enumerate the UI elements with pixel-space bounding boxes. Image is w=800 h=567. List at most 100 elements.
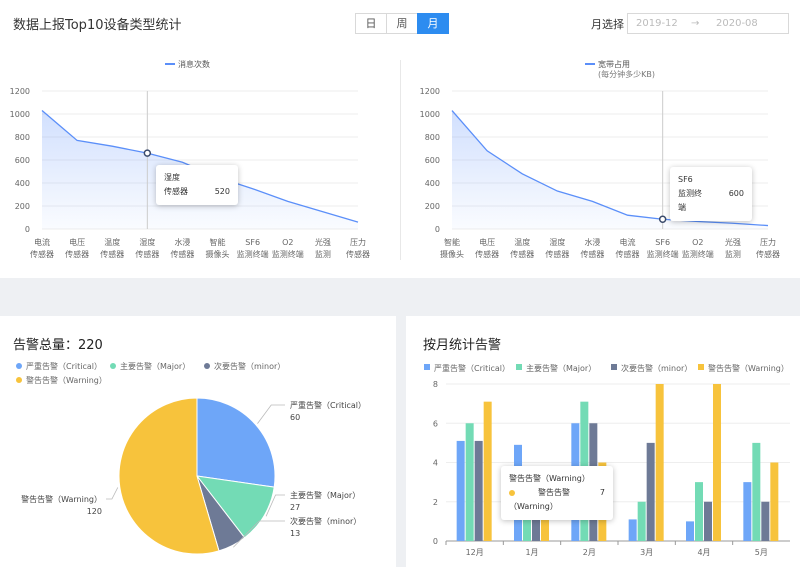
x-tick-label: 传感器: [580, 249, 604, 259]
legend-sublabel: (每分钟多少KB): [598, 69, 655, 79]
x-tick-label: 水浸: [584, 237, 600, 247]
legend-dot: [16, 377, 22, 383]
x-tick-label: 传感器: [475, 249, 499, 259]
bar: [752, 442, 761, 541]
x-tick-label: 监测: [725, 249, 741, 259]
y-tick-label: 600: [425, 156, 440, 165]
bar: [761, 501, 770, 541]
pie-label: 次要告警（minor）: [290, 516, 361, 526]
bar: [456, 440, 465, 541]
pie-leader-line: [257, 404, 285, 424]
tooltip-value: 600: [728, 189, 744, 198]
top-card: 数据上报Top10设备类型统计 日 周 月 月选择 2019-12 → 2020…: [0, 0, 800, 278]
legend-label: 严重告警（Critical）: [434, 363, 510, 373]
x-tick-label: 监测终端: [682, 249, 714, 259]
bar: [655, 384, 664, 541]
y-tick-label: 800: [425, 133, 440, 142]
pie-value: 120: [87, 507, 102, 516]
x-tick-label: 1月: [525, 548, 538, 557]
legend-swatch: [424, 364, 430, 370]
y-tick-label: 4: [433, 459, 438, 468]
y-tick-label: 2: [433, 498, 438, 507]
x-tick-label: 3月: [640, 548, 653, 557]
x-tick-label: 湿度: [549, 237, 565, 247]
y-tick-label: 200: [425, 202, 440, 211]
pie-label: 主要告警（Major）: [290, 490, 360, 500]
x-tick-label: 传感器: [545, 249, 569, 259]
pie-chart-alarms: 严重告警（Critical） 主要告警（Major） 次要告警（minor） 警告告警…: [16, 361, 366, 555]
tooltip-title: SF6: [678, 175, 693, 184]
bar: [704, 501, 712, 541]
pie-value: 13: [290, 529, 300, 538]
legend-label: 次要告警（minor）: [621, 363, 692, 373]
bar: [770, 462, 779, 541]
pie-label: 警告告警（Warning）: [21, 494, 102, 504]
x-tick-label: 5月: [755, 548, 768, 557]
bar: [646, 442, 655, 541]
x-tick-label: 传感器: [510, 249, 534, 259]
legend-dot: [16, 363, 22, 369]
tooltip-messages: 湿度 传感器 520: [156, 165, 238, 205]
y-tick-label: 8: [433, 380, 438, 389]
x-tick-label: 摄像头: [440, 249, 464, 259]
x-tick-label: SF6: [655, 238, 670, 247]
bar: [474, 440, 483, 541]
bar: [541, 517, 549, 541]
x-tick-label: 温度: [514, 237, 530, 247]
tooltip-label: 监测终端: [678, 189, 702, 212]
legend-label: 宽带占用: [598, 59, 630, 69]
hover-point: [658, 215, 667, 223]
legend-label: 严重告警（Critical）: [26, 361, 102, 371]
x-tick-label: 智能: [444, 237, 460, 247]
x-tick-label: 传感器: [616, 249, 640, 259]
x-tick-label: 2月: [583, 548, 596, 557]
alarm-total-panel: 告警总量：220 严重告警（Critical） 主要告警（Major） 次要告警（m…: [0, 316, 396, 567]
y-tick-label: 1200: [420, 87, 440, 96]
bar: [695, 482, 703, 541]
legend-label: 主要告警（Major）: [526, 363, 596, 373]
tooltip-value: 7: [599, 488, 605, 497]
bar: [713, 384, 721, 541]
x-tick-label: 电压: [479, 237, 495, 247]
bar: [743, 482, 752, 541]
tooltip-label: 传感器: [164, 187, 188, 196]
pie-slice: [196, 397, 276, 488]
legend-swatch: [611, 364, 617, 370]
y-tick-label: 400: [425, 179, 440, 188]
legend-label: 警告告警（Warning）: [708, 363, 789, 373]
pie-value: 60: [290, 413, 300, 422]
x-tick-label: 电流: [620, 237, 636, 247]
tooltip-bandwidth: SF6 监测终端 600: [670, 167, 752, 221]
legend-swatch: [698, 364, 704, 370]
y-tick-label: 6: [433, 419, 438, 428]
legend-swatch: [516, 364, 522, 370]
bar: [483, 401, 492, 541]
bar: [686, 521, 694, 541]
x-tick-label: 监测终端: [647, 249, 679, 259]
x-tick-label: O2: [692, 238, 703, 247]
legend-dot: [204, 363, 210, 369]
tooltip-title: 警告告警（Warning）: [509, 474, 590, 483]
bar-chart-monthly: 严重告警（Critical） 主要告警（Major） 次要告警（minor） 警告告警…: [424, 363, 790, 557]
x-tick-label: 压力: [760, 237, 776, 247]
y-tick-label: 1000: [420, 110, 440, 119]
pie-label: 严重告警（Critical）: [290, 400, 366, 410]
bar: [523, 517, 531, 541]
monthly-alarm-panel: 按月统计告警 严重告警（Critical） 主要告警（Major） 次要告警（min…: [406, 316, 800, 567]
legend-label: 警告告警（Warning）: [26, 375, 107, 385]
legend-dot: [110, 363, 116, 369]
x-tick-label: 光强: [725, 237, 741, 247]
legend-label: 主要告警（Major）: [120, 361, 190, 371]
bar: [465, 423, 474, 541]
pie-leader-line: [106, 487, 119, 500]
y-tick-label: 0: [433, 537, 438, 546]
bar: [637, 501, 646, 541]
bar: [628, 519, 637, 541]
divider: [400, 60, 401, 260]
tooltip-title: 湿度: [164, 173, 180, 182]
x-tick-label: 4月: [697, 548, 710, 557]
y-tick-label: 0: [435, 225, 440, 234]
tooltip-bar: 警告告警（Warning） 警告告警（Warning） 7: [501, 466, 613, 520]
tooltip-value: 520: [214, 187, 230, 196]
x-tick-label: 传感器: [756, 249, 780, 259]
